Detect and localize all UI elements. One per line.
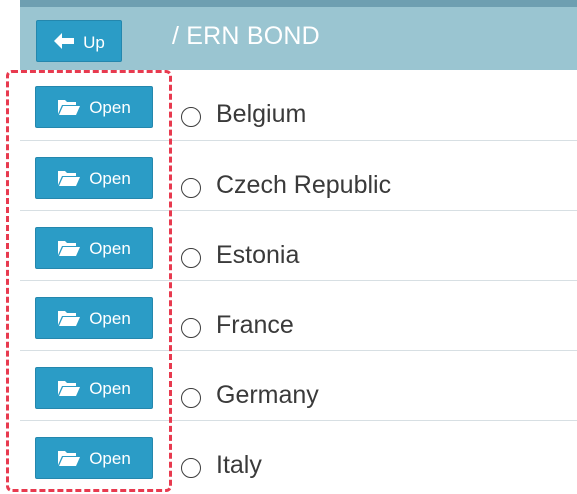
open-button[interactable]: Open — [35, 86, 153, 128]
radio-button[interactable] — [181, 458, 201, 478]
open-button[interactable]: Open — [35, 437, 153, 479]
up-button-label: Up — [83, 32, 105, 52]
current-path: / ERN BOND — [172, 22, 320, 50]
folder-open-icon — [58, 100, 81, 115]
open-button-label: Open — [89, 238, 131, 258]
open-button[interactable]: Open — [35, 227, 153, 269]
folder-name: Germany — [216, 381, 319, 409]
list-item: Open Italy — [20, 420, 577, 490]
list-item: Open Czech Republic — [20, 140, 577, 210]
folder-open-icon — [58, 171, 81, 186]
list-item: Open France — [20, 280, 577, 350]
radio-button[interactable] — [181, 388, 201, 408]
folder-open-icon — [58, 381, 81, 396]
open-button-label: Open — [89, 97, 131, 117]
folder-list: Open Belgium Open Czech Republic Open Es… — [20, 70, 577, 490]
folder-name: Italy — [216, 451, 262, 479]
folder-open-icon — [58, 241, 81, 256]
radio-button[interactable] — [181, 248, 201, 268]
radio-button[interactable] — [181, 178, 201, 198]
radio-button[interactable] — [181, 318, 201, 338]
open-button-label: Open — [89, 308, 131, 328]
up-button[interactable]: Up — [36, 20, 122, 62]
folder-name: Estonia — [216, 241, 300, 269]
folder-name: Czech Republic — [216, 171, 392, 199]
folder-name: France — [216, 311, 294, 339]
open-button[interactable]: Open — [35, 367, 153, 409]
list-item: Open Belgium — [20, 70, 577, 140]
arrow-left-icon — [54, 33, 75, 49]
radio-button[interactable] — [181, 107, 201, 127]
list-item: Open Estonia — [20, 210, 577, 280]
folder-name: Belgium — [216, 100, 307, 128]
folder-open-icon — [58, 451, 81, 466]
folder-open-icon — [58, 311, 81, 326]
open-button[interactable]: Open — [35, 297, 153, 339]
open-button-label: Open — [89, 378, 131, 398]
open-button-label: Open — [89, 448, 131, 468]
header-bar: Up / ERN BOND — [20, 0, 577, 70]
list-item: Open Germany — [20, 350, 577, 420]
open-button[interactable]: Open — [35, 157, 153, 199]
open-button-label: Open — [89, 168, 131, 188]
browser-panel: Up / ERN BOND Open Belgium Open Czech Re… — [0, 0, 577, 494]
